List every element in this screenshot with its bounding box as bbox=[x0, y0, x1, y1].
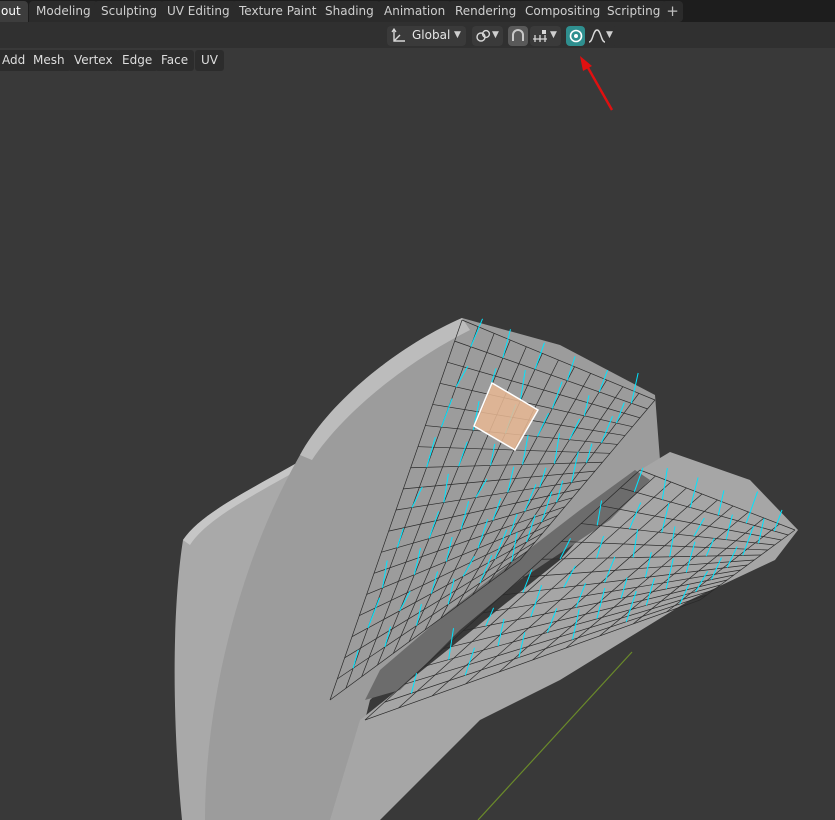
chevron-down-icon: ▼ bbox=[492, 30, 499, 40]
tab-modeling[interactable]: Modeling bbox=[29, 1, 98, 22]
proportional-editing-toggle[interactable] bbox=[566, 26, 585, 46]
proportional-editing-icon bbox=[569, 29, 583, 43]
tab-texture-paint[interactable]: Texture Paint bbox=[232, 1, 324, 22]
tab-sculpting[interactable]: Sculpting bbox=[94, 1, 165, 22]
tab-layout[interactable]: out bbox=[0, 1, 28, 22]
annotation-arrow bbox=[580, 56, 614, 111]
transform-orientation-dropdown[interactable]: Global ▼ bbox=[387, 26, 466, 46]
add-workspace-button[interactable]: + bbox=[662, 1, 683, 22]
snap-target-dropdown[interactable]: ▼ bbox=[530, 26, 561, 46]
chain-link-icon bbox=[476, 29, 491, 42]
chevron-down-icon: ▼ bbox=[550, 30, 557, 40]
proportional-falloff-dropdown[interactable]: ▼ bbox=[587, 26, 617, 46]
chevron-down-icon: ▼ bbox=[454, 30, 461, 40]
workspace-tab-bar: out Modeling Sculpting UV Editing Textur… bbox=[0, 0, 835, 22]
tab-scripting[interactable]: Scripting bbox=[600, 1, 668, 22]
tab-uv-editing[interactable]: UV Editing bbox=[160, 1, 237, 22]
snap-increment-icon bbox=[533, 30, 547, 42]
axes-icon bbox=[391, 28, 405, 42]
orientation-label: Global bbox=[412, 28, 451, 42]
3d-viewport[interactable] bbox=[0, 48, 835, 820]
tab-animation[interactable]: Animation bbox=[377, 1, 453, 22]
pivot-point-dropdown[interactable]: ▼ bbox=[472, 26, 503, 46]
snap-toggle[interactable] bbox=[508, 26, 528, 46]
viewport-header: Global ▼ ▼ ▼ ▼ bbox=[0, 22, 835, 48]
tab-shading[interactable]: Shading bbox=[318, 1, 381, 22]
tab-compositing[interactable]: Compositing bbox=[518, 1, 608, 22]
magnet-icon bbox=[512, 29, 524, 41]
tab-rendering[interactable]: Rendering bbox=[448, 1, 524, 22]
chevron-down-icon: ▼ bbox=[606, 30, 613, 40]
smooth-curve-icon bbox=[588, 29, 606, 43]
